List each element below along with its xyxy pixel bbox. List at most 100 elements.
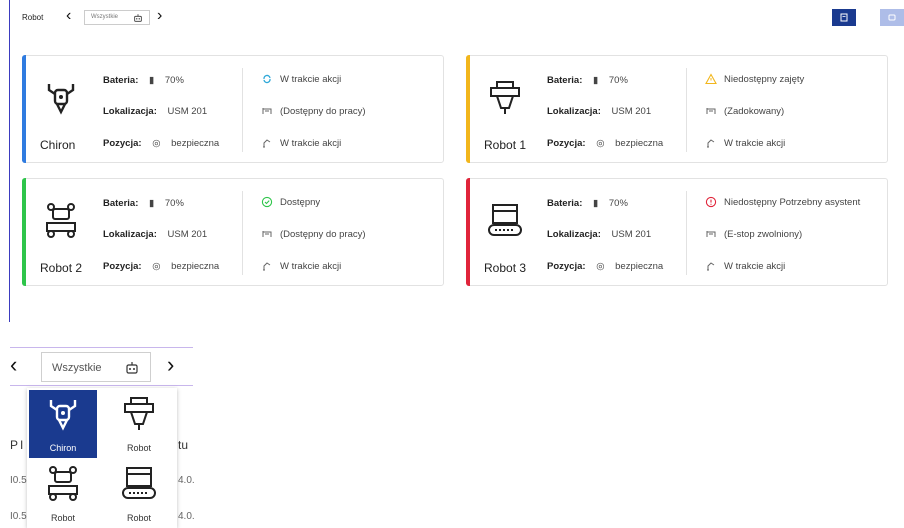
check-circle-icon: [261, 196, 273, 208]
chevron-left-icon[interactable]: ‹: [10, 352, 17, 378]
list-view-button[interactable]: [832, 9, 856, 26]
robot-card[interactable]: Robot 3 Bateria: ▮ 70% Lokalizacja: USM …: [466, 178, 888, 286]
robot-filter-select-expanded[interactable]: Wszystkie: [41, 352, 151, 382]
dock-icon: [706, 108, 716, 114]
action-text: W trakcie akcji: [724, 138, 786, 149]
background-text: I: [20, 438, 24, 452]
battery-icon: ▮: [593, 75, 599, 86]
status-accent-bar: [466, 55, 470, 163]
robot-icon: [126, 362, 138, 374]
chevron-right-icon[interactable]: ›: [157, 8, 162, 24]
robot-card[interactable]: Robot 2 Bateria: ▮ 70% Lokalizacja: USM …: [22, 178, 444, 286]
robot-dropdown-panel: Chiron Robot Robot Robot: [27, 388, 177, 528]
robot-card[interactable]: Chiron Bateria: ▮ 70% Lokalizacja: USM 2…: [22, 55, 444, 163]
dock-icon: [262, 231, 272, 237]
position-row: Pozycja: ◎ bezpieczna: [103, 138, 219, 149]
status-text: Dostępny: [280, 197, 321, 208]
dropdown-option[interactable]: Robot: [29, 460, 97, 528]
grid-view-button[interactable]: [880, 9, 904, 26]
left-border-line: [9, 0, 10, 322]
robot-icon: [888, 14, 896, 21]
status-text: Niedostępny zajęty: [724, 74, 805, 85]
dock-icon: [262, 108, 272, 114]
background-text: P: [10, 438, 19, 452]
dock-icon: [706, 231, 716, 237]
shield-icon: ◎: [596, 261, 605, 272]
action-text: W trakcie akcji: [280, 261, 342, 272]
dropdown-option[interactable]: Chiron: [29, 390, 97, 458]
dropdown-option-label: Chiron: [49, 443, 77, 453]
robot-name: Robot 1: [484, 138, 527, 152]
mobile-robot-icon: [48, 466, 78, 501]
position-value: bezpieczna: [615, 138, 664, 149]
availability-text: (E-stop zwolniony): [724, 229, 803, 240]
error-circle-icon: [705, 196, 717, 208]
position-value: bezpieczna: [615, 261, 664, 272]
status-accent-bar: [466, 178, 470, 286]
robot-arm-icon: [49, 400, 77, 431]
battery-row: Bateria: ▮ 70%: [103, 198, 184, 209]
robot-arm-small-icon: [707, 262, 715, 271]
robot-icon: [488, 204, 522, 236]
robot-icon: [46, 203, 76, 238]
position-row: Pozycja: ◎ bezpieczna: [103, 261, 219, 272]
robot-filter-value: Wszystkie: [52, 362, 102, 374]
robot-name: Robot 2: [40, 261, 83, 275]
battery-value: 70%: [608, 75, 628, 86]
dropdown-option[interactable]: Robot: [105, 460, 173, 528]
background-text: 4.0.: [178, 511, 195, 522]
location-row: Lokalizacja: USM 201: [547, 229, 651, 240]
conveyor-robot-icon: [122, 467, 156, 499]
robot-icon: [490, 81, 520, 114]
status-text: W trakcie akcji: [280, 74, 342, 85]
status-accent-bar: [22, 178, 26, 286]
location-label: Lokalizacja:: [103, 229, 157, 240]
location-label: Lokalizacja:: [547, 106, 601, 117]
position-label: Pozycja:: [547, 261, 586, 272]
location-row: Lokalizacja: USM 201: [103, 229, 207, 240]
battery-row: Bateria: ▮ 70%: [103, 75, 184, 86]
dropdown-option-label: Robot: [126, 443, 152, 453]
divider: [242, 68, 243, 152]
action-text: W trakcie akcji: [724, 261, 786, 272]
robot-card[interactable]: Robot 1 Bateria: ▮ 70% Lokalizacja: USM …: [466, 55, 888, 163]
robot-arm-small-icon: [263, 139, 271, 148]
battery-value: 70%: [164, 75, 184, 86]
divider: [10, 347, 193, 348]
divider: [242, 191, 243, 275]
battery-value: 70%: [164, 198, 184, 209]
robot-name: Chiron: [40, 138, 76, 152]
location-value: USM 201: [167, 229, 208, 240]
position-label: Pozycja:: [103, 138, 142, 149]
battery-row: Bateria: ▮ 70%: [547, 75, 628, 86]
battery-icon: ▮: [593, 198, 599, 209]
location-label: Lokalizacja:: [103, 106, 157, 117]
cnc-robot-icon: [124, 397, 154, 430]
battery-value: 70%: [608, 198, 628, 209]
battery-icon: ▮: [149, 198, 155, 209]
location-label: Lokalizacja:: [547, 229, 601, 240]
location-value: USM 201: [611, 106, 652, 117]
shield-icon: ◎: [596, 138, 605, 149]
dropdown-option-label: Robot: [126, 513, 152, 523]
location-value: USM 201: [167, 106, 208, 117]
location-row: Lokalizacja: USM 201: [547, 106, 651, 117]
battery-label: Bateria:: [547, 75, 583, 86]
position-value: bezpieczna: [171, 138, 220, 149]
dropdown-option[interactable]: Robot: [105, 390, 173, 458]
robot-arm-small-icon: [707, 139, 715, 148]
status-text: Niedostępny Potrzebny asystent: [724, 197, 861, 208]
shield-icon: ◎: [152, 138, 161, 149]
background-text: I0.5: [10, 511, 27, 522]
divider: [10, 385, 193, 386]
chevron-right-icon[interactable]: ›: [167, 352, 174, 378]
chevron-left-icon[interactable]: ‹: [66, 8, 71, 24]
location-value: USM 201: [611, 229, 652, 240]
background-text: tu: [178, 438, 189, 452]
status-accent-bar: [22, 55, 26, 163]
availability-text: (Dostępny do pracy): [280, 229, 366, 240]
robot-icon: [134, 14, 142, 22]
robot-filter-select[interactable]: Wszystkie: [84, 10, 150, 25]
dropdown-option-label: Robot: [50, 513, 76, 523]
warning-icon: [705, 73, 717, 85]
